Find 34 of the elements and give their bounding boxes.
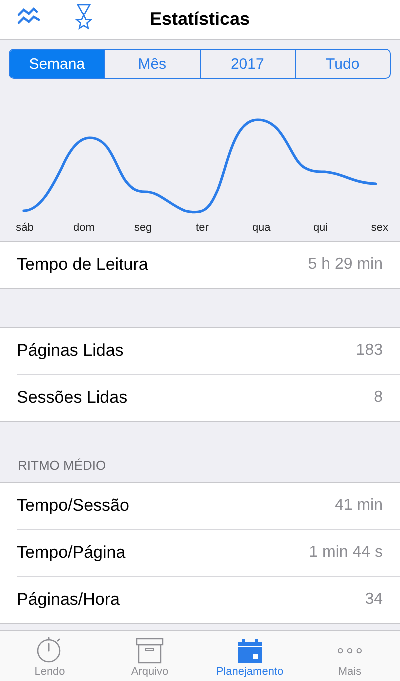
stat-label: Páginas Lidas [17, 341, 124, 361]
tab-bar-item[interactable]: Lendo [0, 631, 100, 681]
stat-value: 183 [356, 342, 383, 360]
screen-title: Estatísticas [150, 9, 250, 30]
stat-value: 1 min 44 s [309, 544, 383, 562]
stat-value: 34 [365, 591, 383, 609]
period-tab[interactable]: Semana [10, 50, 104, 78]
stat-label: Tempo/Página [17, 543, 126, 563]
tab-bar-item[interactable]: Arquivo [100, 631, 200, 681]
stat-label: Tempo/Sessão [17, 496, 130, 516]
stat-label: Tempo de Leitura [17, 255, 148, 275]
day-label: dom [72, 222, 96, 234]
more-icon [338, 648, 362, 654]
trend-icon[interactable] [17, 6, 43, 26]
period-tab[interactable]: Mês [104, 50, 200, 78]
tab-bar-item[interactable]: Mais [300, 631, 400, 681]
stat-value: 41 min [334, 497, 383, 515]
calendar-icon [237, 638, 263, 664]
section-header: RITMO MÉDIO [18, 458, 106, 473]
box-icon [136, 638, 164, 664]
day-label: seg [133, 222, 154, 234]
day-label: sáb [15, 222, 35, 234]
day-label: qua [251, 222, 272, 234]
period-tab[interactable]: 2017 [200, 50, 295, 78]
day-label: sex [370, 222, 390, 234]
period-tab[interactable]: Tudo [294, 50, 390, 78]
stat-label: Sessões Lidas [17, 388, 128, 408]
stat-value: 5 h 29 min [308, 256, 383, 274]
tab-bar-item[interactable]: Planejamento [200, 631, 300, 681]
stat-value: 8 [374, 389, 383, 407]
stat-label: Páginas/Hora [17, 590, 120, 610]
day-label: ter [195, 222, 210, 234]
medal-icon[interactable] [75, 4, 93, 30]
day-label: qui [312, 222, 330, 234]
